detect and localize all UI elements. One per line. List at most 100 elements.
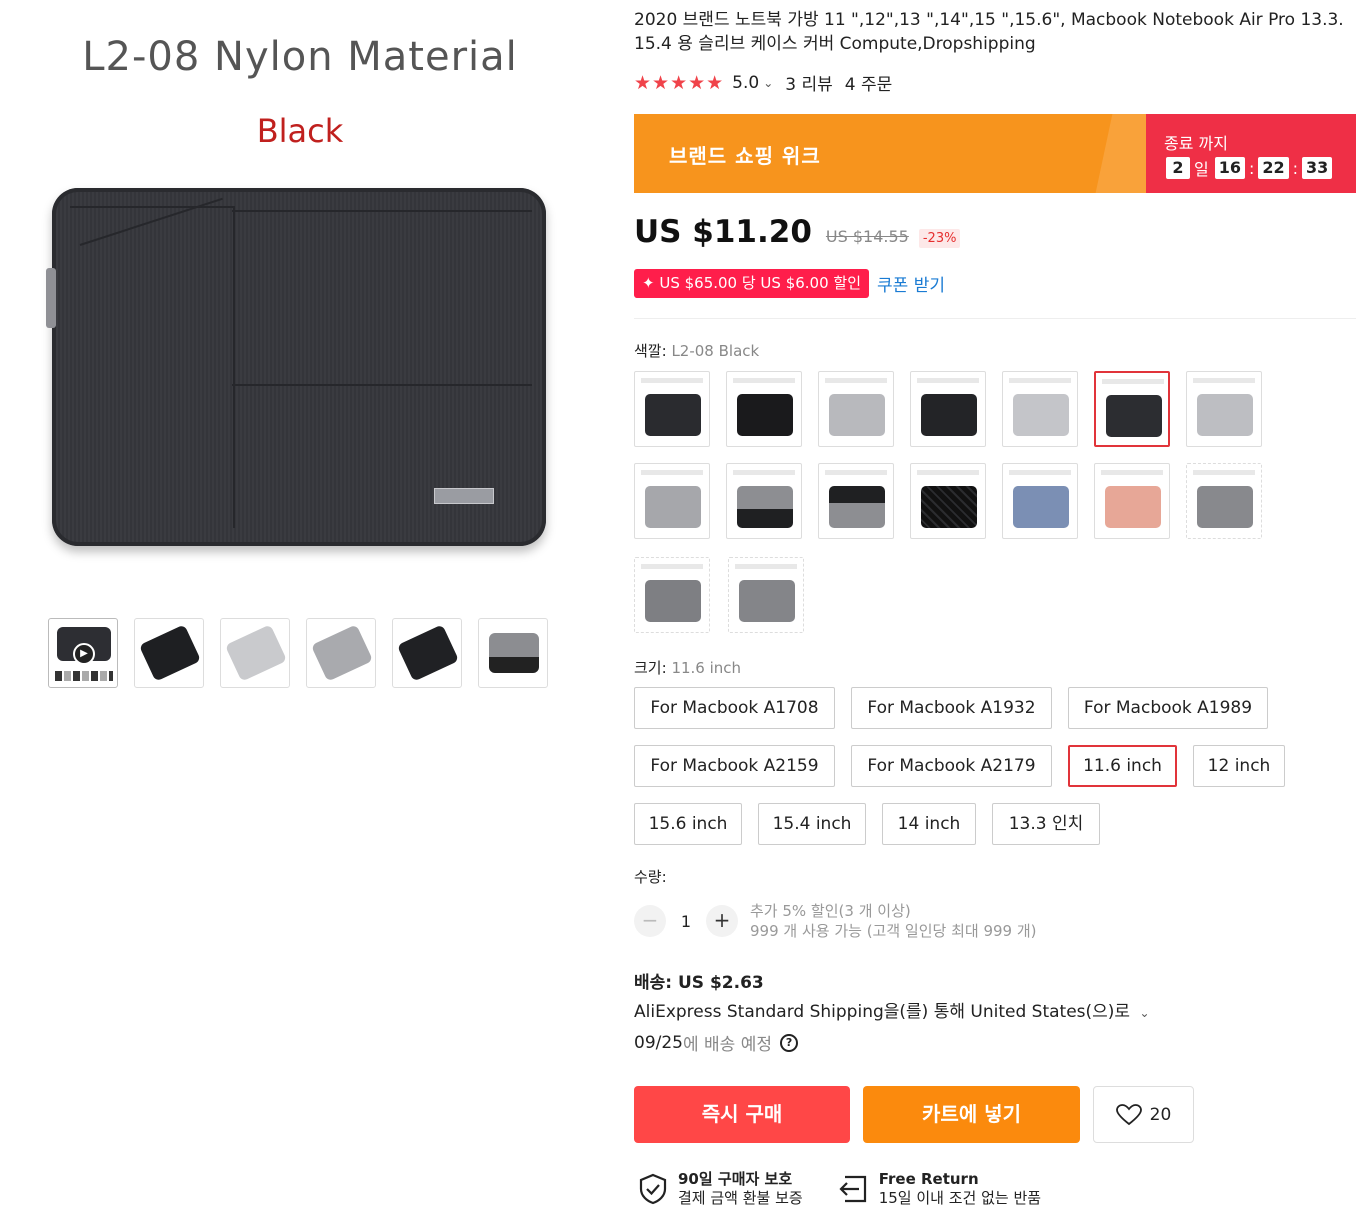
color-swatch[interactable]	[818, 371, 894, 447]
thumbnail-black-quilted[interactable]	[134, 618, 204, 688]
promo-banner: 브랜드 쇼핑 위크 종료 까지 2 일 16 : 22 : 33	[634, 114, 1356, 193]
thumbnail-image	[224, 624, 288, 682]
swatch-caption	[1193, 378, 1255, 383]
quantity-decrease-button[interactable]: −	[634, 905, 666, 937]
main-product-image[interactable]: L2-08 Nylon Material Black	[40, 20, 560, 590]
quantity-stepper: − 1 + 추가 5% 할인(3 개 이상) 999 개 사용 가능 (고객 일…	[634, 901, 1037, 941]
help-icon[interactable]: ?	[780, 1033, 799, 1052]
buyer-protection-badge: 90일 구매자 보호 결제 금액 환불 보증	[634, 1170, 803, 1208]
swatch-caption	[917, 470, 979, 475]
size-option[interactable]: For Macbook A1708	[634, 687, 835, 729]
buy-now-button[interactable]: 즉시 구매	[634, 1086, 850, 1143]
chevron-down-icon[interactable]: ⌄	[763, 76, 773, 90]
color-swatch-unavailable[interactable]	[728, 557, 804, 633]
size-option[interactable]: 13.3 인치	[992, 803, 1100, 845]
swatch-caption	[1009, 470, 1071, 475]
countdown-minutes: 22	[1258, 157, 1289, 179]
color-swatch[interactable]	[1002, 371, 1078, 447]
swatch-image	[1197, 486, 1253, 528]
color-swatch-selected[interactable]	[1094, 371, 1170, 447]
size-option[interactable]: For Macbook A1989	[1068, 687, 1268, 729]
swatch-image	[1013, 394, 1069, 436]
heart-icon	[1115, 1103, 1142, 1125]
color-label-text: 색깔:	[634, 342, 667, 360]
swatch-caption	[641, 470, 703, 475]
thumbnail-gray-felt[interactable]	[306, 618, 376, 688]
thumbnail-image	[138, 624, 202, 682]
swatch-caption	[735, 564, 797, 569]
service-badges: 90일 구매자 보호 결제 금액 환불 보증 Free Return 15일 이…	[634, 1170, 1071, 1208]
quantity-input[interactable]: 1	[666, 912, 706, 931]
swatch-caption	[733, 470, 795, 475]
swatch-image	[1197, 394, 1253, 436]
color-swatch[interactable]	[910, 371, 986, 447]
buyer-protection-title: 90일 구매자 보호	[678, 1170, 793, 1188]
free-return-subtitle: 15일 이내 조건 없는 반품	[878, 1189, 1042, 1207]
swatch-image	[921, 486, 977, 528]
rating-row: ★★★★★ 5.0 ⌄ 3 리뷰 4 주문	[634, 70, 892, 96]
thumbnail-video[interactable]: ▶	[48, 618, 118, 688]
size-option[interactable]: For Macbook A2179	[851, 745, 1052, 787]
color-swatch[interactable]	[818, 463, 894, 539]
star-rating-icon: ★★★★★	[634, 71, 725, 94]
size-selected-value: 11.6 inch	[671, 659, 742, 677]
bulk-discount-note: 추가 5% 할인(3 개 이상)	[750, 902, 911, 920]
thumbnail-black-angled[interactable]	[392, 618, 462, 688]
delivery-estimate: 09/25 에 배송 예정 ?	[634, 1030, 799, 1055]
size-option-selected[interactable]: 11.6 inch	[1068, 745, 1177, 787]
countdown-separator: :	[1249, 158, 1255, 178]
size-option[interactable]: 14 inch	[882, 803, 976, 845]
color-swatch-unavailable[interactable]	[634, 557, 710, 633]
discount-badge: -23%	[918, 229, 961, 248]
current-price: US $11.20	[634, 214, 812, 250]
color-swatch[interactable]	[910, 463, 986, 539]
size-option[interactable]: For Macbook A2159	[634, 745, 835, 787]
return-icon	[839, 1175, 866, 1203]
swatch-image	[1013, 486, 1069, 528]
swatch-image	[737, 486, 793, 528]
swatch-caption	[825, 470, 887, 475]
swatch-caption	[917, 378, 979, 383]
shipping-method[interactable]: AliExpress Standard Shipping을(를) 통해 Unit…	[634, 997, 1150, 1022]
product-title: 2020 브랜드 노트북 가방 11 ",12",13 ",14",15 ",1…	[634, 10, 1344, 54]
countdown-separator: :	[1292, 158, 1299, 178]
buyer-protection-subtitle: 결제 금액 환불 보증	[678, 1189, 803, 1207]
thumbnail-light-gray[interactable]	[220, 618, 290, 688]
size-option[interactable]: 15.6 inch	[634, 803, 742, 845]
shipping-cost: 배송: US $2.63	[634, 973, 764, 993]
get-coupon-link[interactable]: 쿠폰 받기	[877, 271, 945, 296]
add-to-cart-button[interactable]: 카트에 넣기	[863, 1086, 1080, 1143]
color-swatch[interactable]	[726, 463, 802, 539]
color-swatch[interactable]	[1094, 463, 1170, 539]
left-pocket	[70, 206, 235, 528]
swatch-caption	[641, 564, 703, 569]
countdown-seconds: 33	[1302, 157, 1333, 179]
size-option[interactable]: 12 inch	[1193, 745, 1285, 787]
swatch-image	[829, 394, 885, 436]
quantity-increase-button[interactable]: +	[706, 905, 738, 937]
thumbnail-gray-black[interactable]	[478, 618, 548, 688]
countdown-hours: 16	[1214, 157, 1245, 179]
color-swatch[interactable]	[634, 371, 710, 447]
color-swatch[interactable]	[1002, 463, 1078, 539]
color-swatch[interactable]	[634, 463, 710, 539]
color-swatch-unavailable[interactable]	[1186, 463, 1262, 539]
countdown-timer: 2 일 16 : 22 : 33	[1162, 156, 1336, 180]
swatch-image	[829, 486, 885, 528]
swatch-caption	[1101, 470, 1163, 475]
brand-tag	[434, 488, 494, 504]
wishlist-button[interactable]: 20	[1093, 1086, 1194, 1143]
size-option[interactable]: For Macbook A1932	[851, 687, 1052, 729]
quantity-note: 추가 5% 할인(3 개 이상) 999 개 사용 가능 (고객 일인당 최대 …	[750, 901, 1037, 941]
swatch-image	[1106, 395, 1162, 437]
delivery-date: 09/25	[634, 1032, 683, 1053]
swatch-image	[645, 580, 701, 622]
color-swatch[interactable]	[1186, 371, 1262, 447]
review-count[interactable]: 3 리뷰	[785, 70, 833, 95]
swatch-image	[645, 394, 701, 436]
rating-value[interactable]: 5.0	[732, 73, 759, 93]
thumbnail-image	[310, 624, 374, 682]
color-swatch[interactable]	[726, 371, 802, 447]
original-price: US $14.55	[825, 227, 909, 246]
size-option[interactable]: 15.4 inch	[758, 803, 866, 845]
